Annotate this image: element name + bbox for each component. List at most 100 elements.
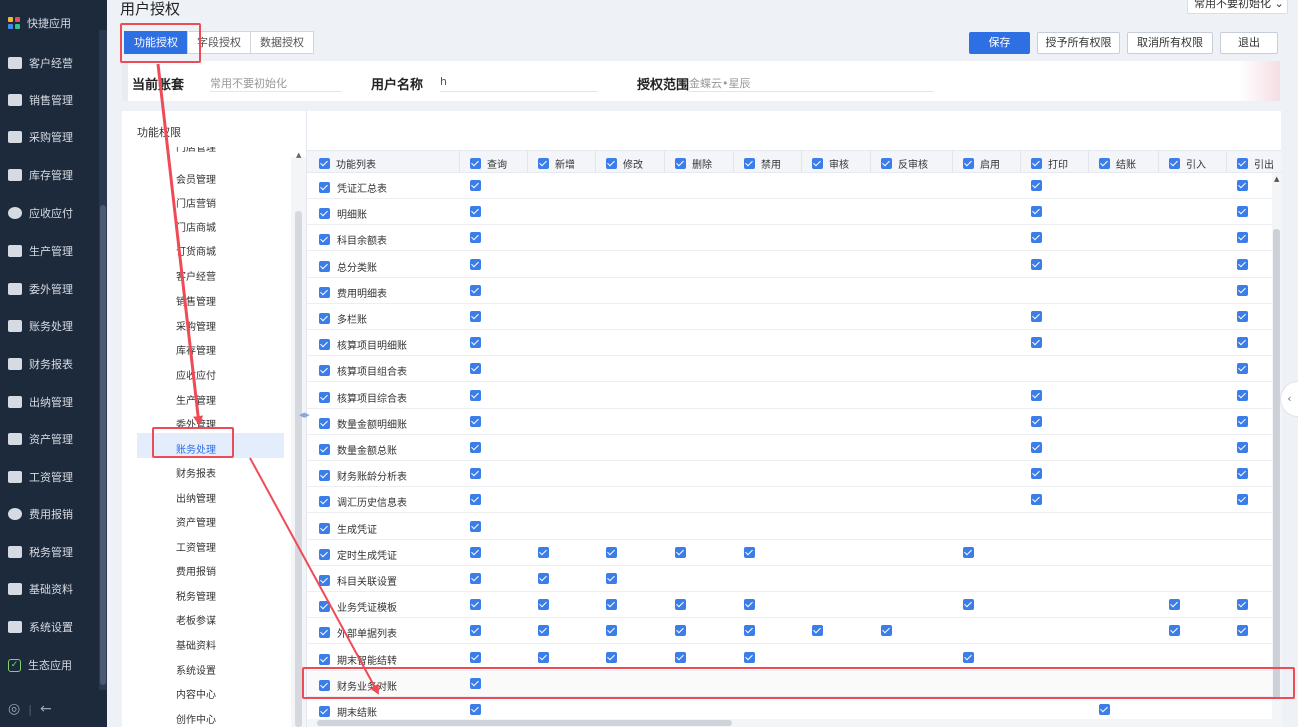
row-label[interactable]: 财务账龄分析表: [319, 468, 407, 483]
row-checkbox[interactable]: [319, 548, 330, 560]
permission-checkbox[interactable]: [1169, 599, 1180, 611]
row-checkbox[interactable]: [319, 522, 330, 534]
permission-checkbox[interactable]: [963, 546, 974, 558]
row-label[interactable]: 科目关联设置: [319, 573, 397, 588]
permission-checkbox[interactable]: [1237, 311, 1248, 322]
permission-checkbox[interactable]: [1031, 311, 1042, 322]
column-checkbox[interactable]: [881, 158, 892, 169]
tree-item[interactable]: 费用报销: [176, 563, 216, 578]
column-header[interactable]: 打印: [1031, 156, 1068, 171]
permission-checkbox[interactable]: [538, 651, 549, 663]
tree-item[interactable]: 门店商城: [176, 219, 216, 234]
grid-vscroll-thumb[interactable]: [1273, 229, 1280, 699]
column-checkbox[interactable]: [744, 158, 755, 169]
nav-item-13[interactable]: 费用报销: [0, 499, 107, 529]
column-checkbox[interactable]: [1169, 158, 1180, 169]
permission-checkbox[interactable]: [675, 625, 686, 637]
column-header[interactable]: 查询: [470, 156, 507, 171]
permission-checkbox[interactable]: [1031, 206, 1042, 218]
column-checkbox[interactable]: [812, 158, 823, 169]
permission-checkbox[interactable]: [470, 546, 481, 558]
tree-item[interactable]: 委外管理: [176, 416, 216, 431]
row-label[interactable]: 业务凭证模板: [319, 599, 397, 614]
permission-checkbox[interactable]: [1031, 180, 1042, 191]
permission-checkbox[interactable]: [744, 599, 755, 611]
row-checkbox[interactable]: [319, 470, 330, 482]
nav-item-16[interactable]: 系统设置: [0, 612, 107, 642]
permission-checkbox[interactable]: [470, 258, 481, 270]
row-checkbox[interactable]: [319, 627, 330, 639]
row-label[interactable]: 核算项目明细账: [319, 337, 407, 352]
row-checkbox[interactable]: [319, 234, 330, 246]
tree-item[interactable]: 工资管理: [176, 539, 216, 554]
permission-checkbox[interactable]: [470, 337, 481, 349]
column-checkbox[interactable]: [1099, 158, 1110, 169]
row-checkbox[interactable]: [319, 601, 330, 613]
permission-checkbox[interactable]: [1169, 625, 1180, 637]
nav-item-6[interactable]: 生产管理: [0, 236, 107, 266]
row-label[interactable]: 凭证汇总表: [319, 180, 387, 195]
row-label[interactable]: 定时生成凭证: [319, 547, 397, 562]
permission-checkbox[interactable]: [1237, 389, 1248, 401]
column-checkbox[interactable]: [963, 158, 974, 169]
row-label[interactable]: 核算项目组合表: [319, 363, 407, 378]
permission-checkbox[interactable]: [470, 442, 481, 453]
tree-item[interactable]: 客户经营: [176, 268, 216, 283]
permission-checkbox[interactable]: [675, 651, 686, 663]
tree-item[interactable]: 系统设置: [176, 662, 216, 677]
permission-checkbox[interactable]: [538, 546, 549, 558]
permission-checkbox[interactable]: [470, 284, 481, 296]
row-checkbox[interactable]: [319, 208, 330, 220]
permission-checkbox[interactable]: [470, 232, 481, 244]
nav-item-7[interactable]: 委外管理: [0, 274, 107, 304]
tree-item[interactable]: 生产管理: [176, 392, 216, 407]
grant-all-button[interactable]: 授予所有权限: [1037, 32, 1120, 54]
permission-checkbox[interactable]: [1237, 442, 1248, 453]
tree-item[interactable]: 会员管理: [176, 171, 216, 186]
permission-checkbox[interactable]: [1237, 180, 1248, 191]
permission-checkbox[interactable]: [1031, 468, 1042, 480]
permission-checkbox[interactable]: [470, 520, 481, 532]
permission-checkbox[interactable]: [470, 311, 481, 322]
column-header[interactable]: 结账: [1099, 156, 1136, 171]
permission-checkbox[interactable]: [675, 546, 686, 558]
permission-checkbox[interactable]: [1237, 232, 1248, 244]
nav-item-9[interactable]: 财务报表: [0, 349, 107, 379]
permission-checkbox[interactable]: [1031, 337, 1042, 349]
permission-checkbox[interactable]: [963, 599, 974, 611]
save-button[interactable]: 保存: [969, 32, 1030, 54]
tree-item[interactable]: 应收应付: [176, 367, 216, 382]
permission-checkbox[interactable]: [1237, 415, 1248, 427]
permission-checkbox[interactable]: [538, 625, 549, 637]
expand-left-icon[interactable]: ◀▶: [299, 411, 310, 419]
nav-item-10[interactable]: 出纳管理: [0, 387, 107, 417]
permission-checkbox[interactable]: [470, 415, 481, 427]
tree-item[interactable]: 财务报表: [176, 465, 216, 480]
nav-item-8[interactable]: 账务处理: [0, 311, 107, 341]
permission-checkbox[interactable]: [470, 677, 481, 689]
tree-item[interactable]: 税务管理: [176, 588, 216, 603]
column-header[interactable]: 引出: [1237, 156, 1274, 171]
tree-item[interactable]: 内容中心: [176, 686, 216, 701]
permission-checkbox[interactable]: [1031, 442, 1042, 453]
nav-item-15[interactable]: 基础资料: [0, 574, 107, 604]
permission-checkbox[interactable]: [1237, 625, 1248, 637]
exit-button[interactable]: 退出: [1220, 32, 1278, 54]
row-checkbox[interactable]: [319, 444, 330, 455]
row-label[interactable]: 调汇历史信息表: [319, 494, 407, 509]
row-checkbox[interactable]: [319, 496, 330, 508]
permission-checkbox[interactable]: [881, 625, 892, 637]
permission-checkbox[interactable]: [470, 363, 481, 375]
permission-checkbox[interactable]: [538, 599, 549, 611]
row-checkbox[interactable]: [319, 417, 330, 429]
collapse-arrow-icon[interactable]: ←: [40, 701, 52, 717]
nav-item-4[interactable]: 库存管理: [0, 160, 107, 190]
permission-checkbox[interactable]: [470, 651, 481, 663]
row-checkbox[interactable]: [319, 339, 330, 351]
tree-item[interactable]: 库存管理: [176, 342, 216, 357]
grid-hscroll-thumb[interactable]: [317, 720, 732, 726]
permission-checkbox[interactable]: [1031, 494, 1042, 506]
permission-checkbox[interactable]: [606, 599, 617, 611]
column-checkbox[interactable]: [470, 158, 481, 169]
column-header[interactable]: 引入: [1169, 156, 1206, 171]
